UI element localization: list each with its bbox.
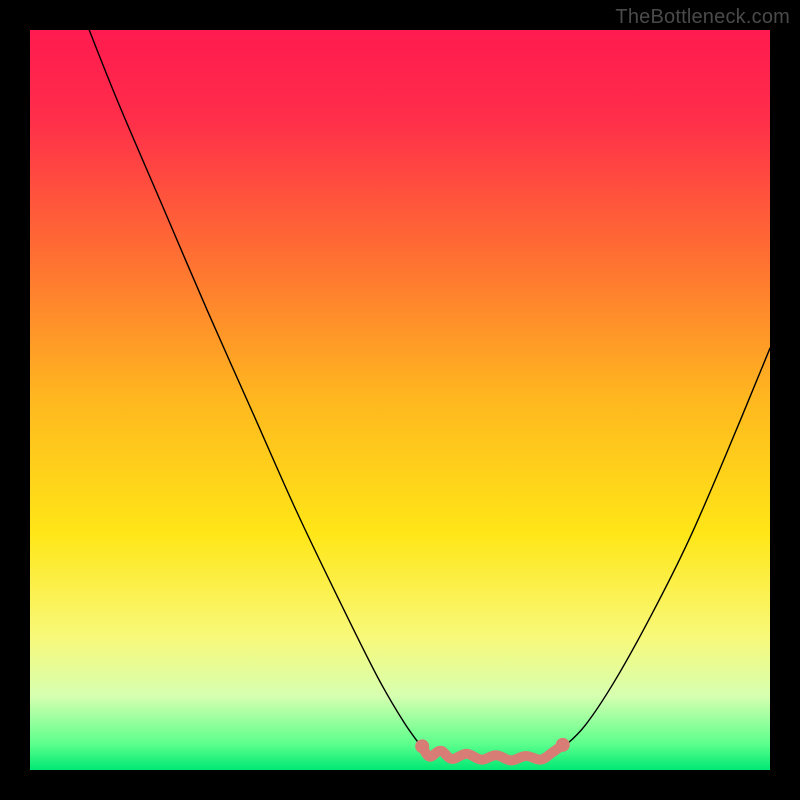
bottom-dot-left — [415, 739, 429, 753]
chart-frame: TheBottleneck.com — [0, 0, 800, 800]
gradient-background — [30, 30, 770, 770]
bottom-dot-right — [556, 738, 570, 752]
chart-svg — [30, 30, 770, 770]
plot-area — [30, 30, 770, 770]
watermark-text: TheBottleneck.com — [615, 6, 790, 29]
